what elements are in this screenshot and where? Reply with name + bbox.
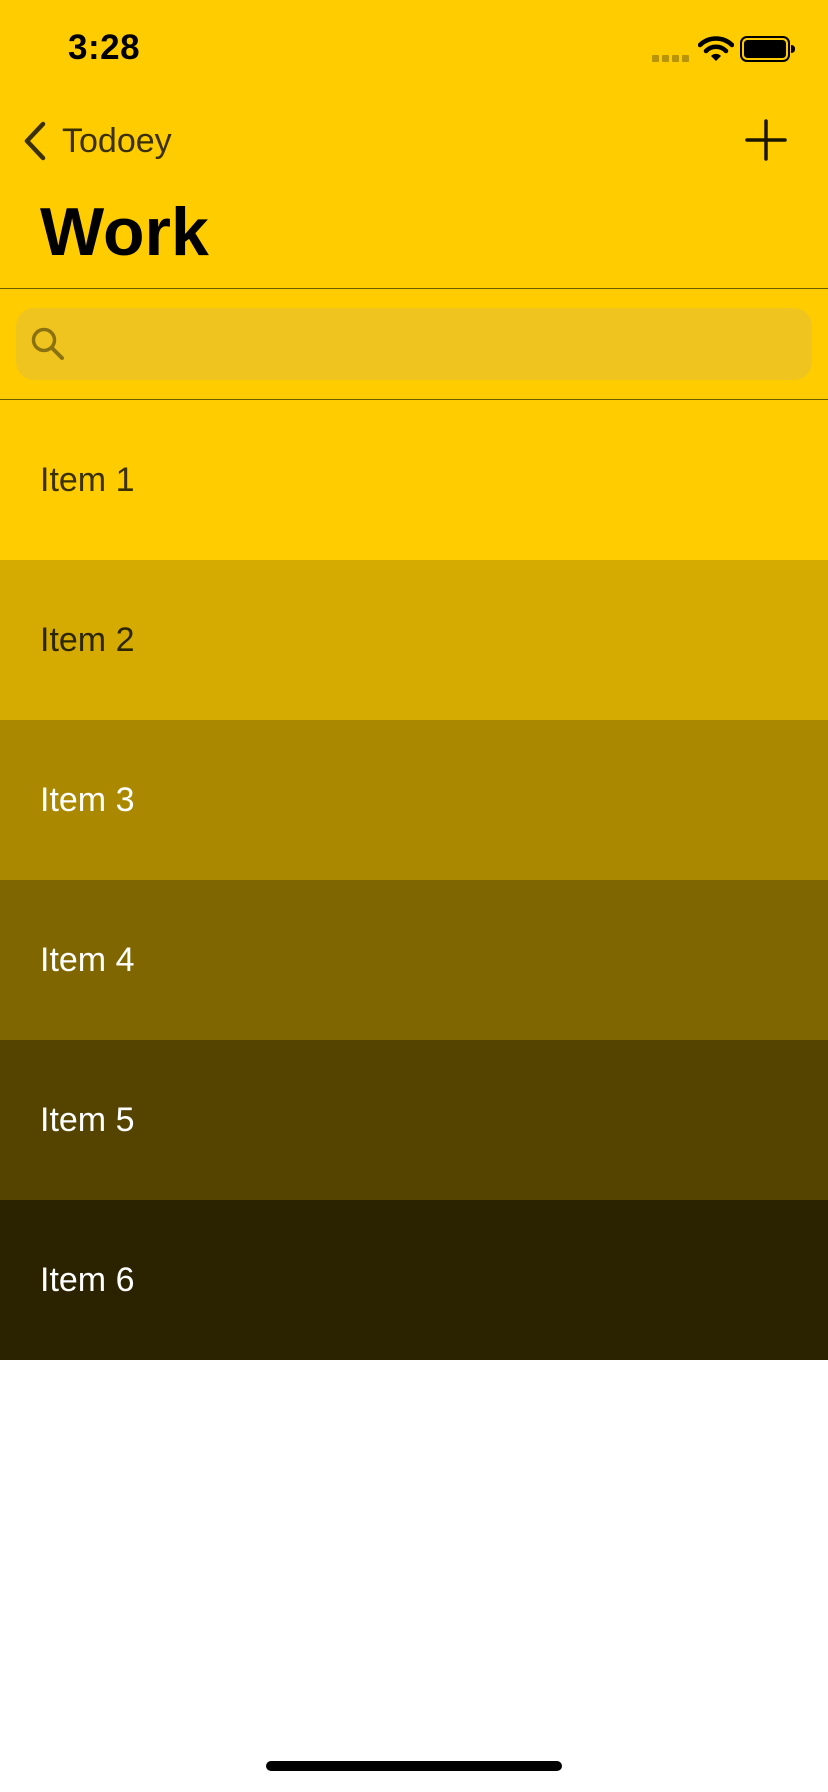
plus-icon[interactable]: [744, 118, 788, 162]
todo-list: Item 1 Item 2 Item 3 Item 4 Item 5 Item …: [0, 400, 828, 1360]
list-item[interactable]: Item 2: [0, 560, 828, 720]
list-item-label: Item 6: [40, 1260, 135, 1299]
list-item[interactable]: Item 1: [0, 400, 828, 560]
chevron-left-icon: [24, 121, 46, 161]
search-field[interactable]: [16, 308, 812, 382]
list-item[interactable]: Item 3: [0, 720, 828, 880]
wifi-icon: [698, 36, 734, 61]
cellular-signal-icon: [652, 55, 689, 62]
search-icon: [31, 327, 64, 360]
search-bar: [0, 289, 828, 400]
back-button-label: Todoey: [62, 121, 172, 160]
list-item-label: Item 4: [40, 940, 135, 979]
list-item[interactable]: Item 4: [0, 880, 828, 1040]
battery-icon: [740, 36, 795, 62]
list-item-label: Item 1: [40, 460, 135, 499]
page-title: Work: [40, 194, 209, 270]
nav-bar: Todoey: [0, 100, 828, 180]
list-item[interactable]: Item 5: [0, 1040, 828, 1200]
list-item-label: Item 2: [40, 620, 135, 659]
list-item-label: Item 3: [40, 780, 135, 819]
list-item-label: Item 5: [40, 1100, 135, 1139]
home-indicator[interactable]: [266, 1761, 562, 1771]
search-input[interactable]: [80, 308, 804, 382]
navigation-header: 3:28 Todoey Work: [0, 0, 828, 289]
status-time: 3:28: [68, 28, 141, 67]
list-item[interactable]: Item 6: [0, 1200, 828, 1360]
status-bar: 3:28: [0, 0, 828, 100]
back-button[interactable]: Todoey: [22, 118, 172, 164]
